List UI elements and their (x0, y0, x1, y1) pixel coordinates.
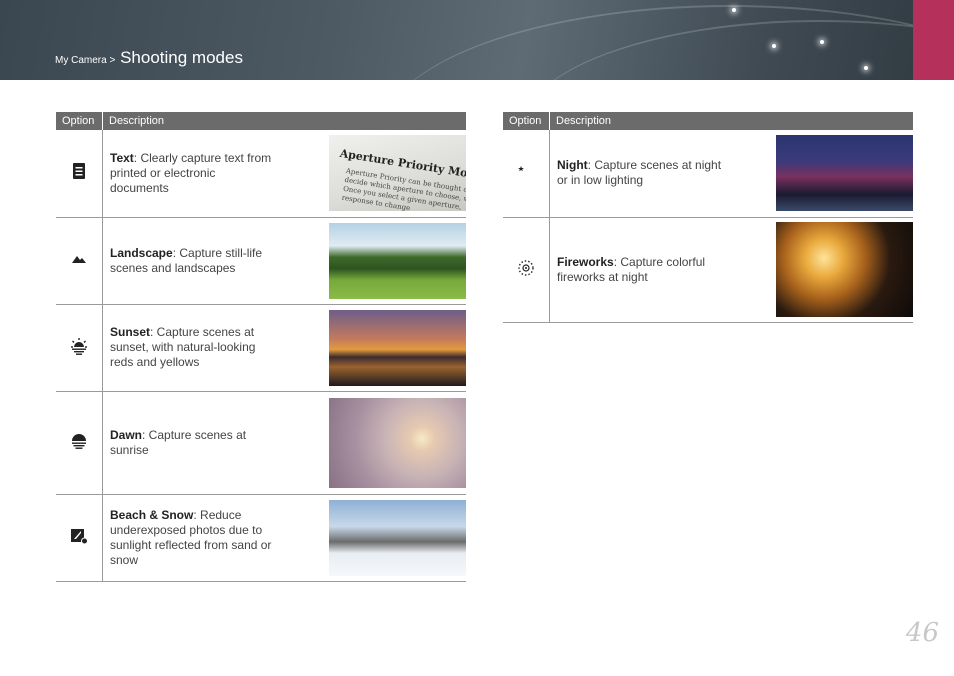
column-header-description: Description (549, 112, 913, 130)
header-sparkle (732, 8, 736, 12)
mode-description: Text: Clearly capture text from printed … (102, 130, 285, 218)
table-row: Dawn: Capture scenes at sunrise (56, 391, 466, 495)
sample-photo-dawn (329, 397, 466, 488)
page-title: Shooting modes (120, 48, 243, 67)
dawn-mode-icon (72, 433, 86, 449)
table-row: Landscape: Capture still-life scenes and… (56, 217, 466, 305)
night-mode-icon (518, 164, 533, 179)
mode-name: Night (557, 158, 588, 173)
breadcrumb-parent[interactable]: My Camera > (55, 55, 115, 66)
mode-description: Fireworks: Capture colorful fireworks at… (549, 217, 732, 323)
sample-photo-text: Aperture Priority Mode Aperture Priority… (329, 135, 466, 212)
mode-description: Beach & Snow: Reduce underexposed photos… (102, 494, 285, 582)
column-header-option: Option (56, 112, 103, 130)
mode-name: Fireworks (557, 254, 614, 269)
mode-description: Landscape: Capture still-life scenes and… (102, 217, 285, 305)
mode-description: Dawn: Capture scenes at sunrise (102, 391, 285, 495)
chapter-tab (913, 0, 954, 80)
sample-photo-sunset (329, 309, 466, 386)
sample-photo-fireworks (776, 222, 913, 317)
table-row: Text: Clearly capture text from printed … (56, 130, 466, 218)
shooting-modes-table-right: Option Description Night: Capture scenes… (503, 112, 913, 323)
table-row: Night: Capture scenes at night or in low… (503, 130, 913, 218)
beach-snow-mode-icon (71, 528, 88, 544)
mode-name: Dawn (110, 427, 143, 442)
page-number: 46 (905, 618, 939, 648)
shooting-modes-table-left: Option Description Text: Clearly capture… (56, 112, 466, 582)
mode-name: Sunset (110, 325, 151, 339)
page-header: My Camera > Shooting modes (0, 0, 954, 80)
header-sparkle (820, 40, 824, 44)
sunset-mode-icon (71, 337, 87, 355)
column-header-option: Option (503, 112, 550, 130)
column-header-description: Description (102, 112, 466, 130)
table-row: Sunset: Capture scenes at sunset, with n… (56, 304, 466, 392)
fireworks-mode-icon (518, 259, 534, 276)
text-mode-icon (73, 163, 85, 180)
table-row: Fireworks: Capture colorful fireworks at… (503, 217, 913, 323)
table-row: Beach & Snow: Reduce underexposed photos… (56, 494, 466, 582)
header-sparkle (772, 44, 776, 48)
sample-photo-night (776, 135, 913, 212)
sample-photo-beach-snow (329, 499, 466, 576)
sample-photo-landscape (329, 222, 466, 299)
mode-name: Beach & Snow (110, 507, 194, 522)
mode-name: Landscape (110, 245, 173, 260)
landscape-mode-icon (72, 255, 86, 263)
mode-description: Night: Capture scenes at night or in low… (549, 130, 732, 218)
breadcrumb: My Camera > Shooting modes (55, 48, 243, 68)
mode-description: Sunset: Capture scenes at sunset, with n… (102, 304, 285, 392)
mode-name: Text (110, 150, 134, 165)
header-sparkle (864, 66, 868, 70)
